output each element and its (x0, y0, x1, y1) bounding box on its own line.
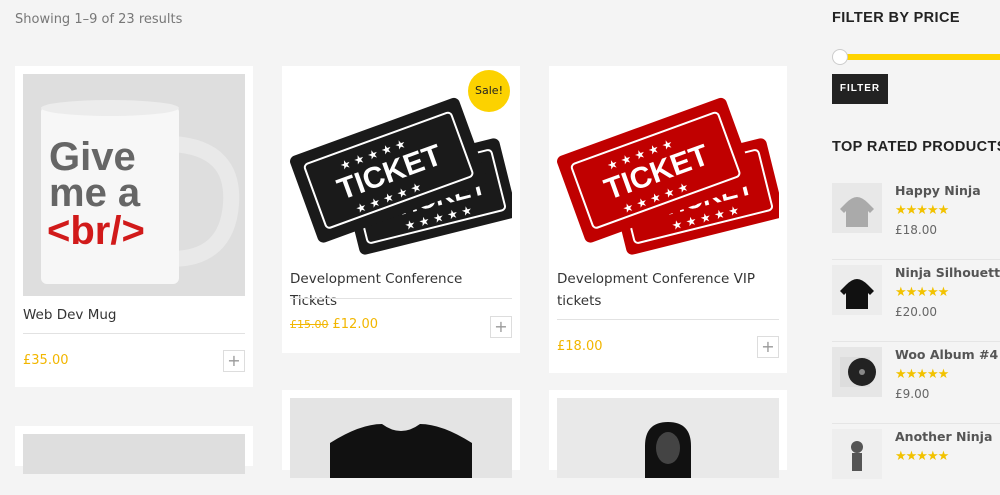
product-price: £15.00 £12.00 (290, 317, 378, 332)
product-image-tshirt[interactable] (290, 398, 512, 478)
mug-line-3: <br/> (47, 209, 145, 253)
top-rated-heading: TOP RATED PRODUCTS (832, 139, 1000, 155)
add-to-cart-button[interactable]: + (757, 336, 779, 358)
product-card-vip-tickets[interactable]: TICKET ★ ★ ★ ★ ★ TICKET ★ ★ ★ ★ ★ ★ ★ ★ … (549, 66, 787, 373)
filter-button[interactable]: FILTER (832, 74, 888, 104)
price-slider-track[interactable] (840, 54, 1000, 60)
top-rated-name[interactable]: Woo Album #4 (895, 347, 998, 362)
product-title[interactable]: Development Conference VIP tickets (557, 268, 757, 312)
product-price: £18.00 (557, 339, 603, 354)
product-card-conference-tickets[interactable]: TICKET ★ ★ ★ ★ ★ TICKET ★ ★ ★ ★ ★ ★ ★ ★ … (282, 66, 520, 353)
divider (23, 333, 245, 334)
sidebar: FILTER BY PRICE FILTER TOP RATED PRODUCT… (832, 0, 1000, 479)
divider (832, 423, 1000, 424)
product-image[interactable] (23, 434, 245, 474)
product-card-row2-1[interactable] (15, 426, 253, 474)
old-price: £15.00 (290, 318, 329, 331)
filter-by-price-heading: FILTER BY PRICE (832, 10, 960, 26)
divider (832, 341, 1000, 342)
price-slider-handle[interactable] (832, 49, 848, 65)
product-card-row2-3[interactable] (549, 390, 787, 478)
divider (290, 298, 512, 299)
top-rated-price: £20.00 (895, 305, 937, 319)
top-rated-item[interactable]: Another Ninja ★★★★★ (832, 429, 1000, 495)
product-image-mug[interactable]: Give me a <br/> (23, 74, 245, 296)
sale-price: £12.00 (332, 317, 379, 332)
product-image-hoodie[interactable] (557, 398, 779, 478)
result-count: Showing 1–9 of 23 results (15, 12, 183, 27)
divider (557, 319, 779, 320)
top-rated-price: £9.00 (895, 387, 930, 401)
star-rating-icon: ★★★★★ (895, 285, 949, 300)
top-rated-name[interactable]: Happy Ninja (895, 183, 981, 198)
add-to-cart-button[interactable]: + (490, 316, 512, 338)
product-thumb-tshirt-black[interactable] (832, 265, 882, 315)
sale-badge: Sale! (468, 70, 510, 112)
star-rating-icon: ★★★★★ (895, 367, 949, 382)
product-thumb-album[interactable] (832, 347, 882, 397)
product-card-web-dev-mug[interactable]: Give me a <br/> Web Dev Mug £35.00 + (15, 66, 253, 387)
product-title[interactable]: Development Conference Tickets (290, 268, 512, 312)
product-thumb-tshirt-gray[interactable] (832, 183, 882, 233)
add-to-cart-button[interactable]: + (223, 350, 245, 372)
product-image-vip-tickets[interactable]: TICKET ★ ★ ★ ★ ★ TICKET ★ ★ ★ ★ ★ ★ ★ ★ … (557, 74, 784, 260)
product-card-row2-2[interactable] (282, 390, 520, 478)
top-rated-item[interactable]: Happy Ninja ★★★★★ £18.00 (832, 183, 1000, 260)
product-thumb-poster[interactable] (832, 429, 882, 479)
top-rated-name[interactable]: Ninja Silhouette (895, 265, 1000, 280)
divider (832, 259, 1000, 260)
product-title[interactable]: Web Dev Mug (23, 304, 245, 326)
top-rated-item[interactable]: Woo Album #4 ★★★★★ £9.00 (832, 347, 1000, 424)
top-rated-price: £18.00 (895, 223, 937, 237)
product-price: £35.00 (23, 353, 69, 368)
star-rating-icon: ★★★★★ (895, 203, 949, 218)
top-rated-item[interactable]: Ninja Silhouette ★★★★★ £20.00 (832, 265, 1000, 342)
star-rating-icon: ★★★★★ (895, 449, 949, 464)
top-rated-name[interactable]: Another Ninja (895, 429, 992, 444)
